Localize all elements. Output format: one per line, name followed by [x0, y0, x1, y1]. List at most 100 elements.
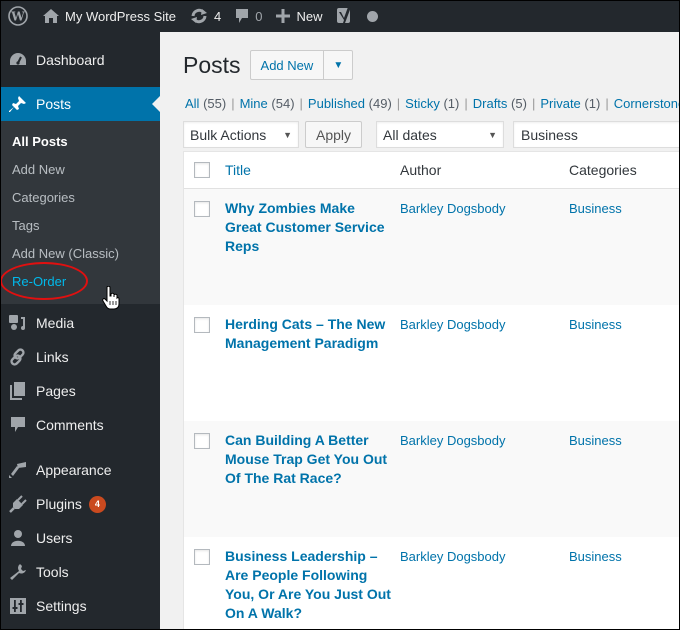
add-new-button[interactable]: Add New [249, 50, 325, 80]
view-drafts[interactable]: Drafts (5) [473, 96, 527, 111]
menu-comments[interactable]: Comments [0, 408, 160, 442]
admin-bar: W My WordPress Site 4 0 New [0, 0, 680, 32]
menu-appearance[interactable]: Appearance [0, 453, 160, 487]
table-row: Can Building A Better Mouse Trap Get You… [184, 421, 680, 537]
hand-pointer-cursor-icon [102, 285, 120, 313]
post-author-link[interactable]: Barkley Dogsbody [400, 315, 569, 334]
table-row: Herding Cats – The New Management Paradi… [184, 305, 680, 421]
post-category-link[interactable]: Business [569, 431, 622, 450]
pushpin-icon [8, 94, 28, 114]
yoast-seo-menu[interactable] [330, 0, 360, 32]
menu-tools[interactable]: Tools [0, 555, 160, 589]
menu-plugins[interactable]: Plugins 4 [0, 487, 160, 521]
post-category-link[interactable]: Business [569, 547, 622, 566]
view-mine[interactable]: Mine (54) [240, 96, 295, 111]
media-icon [8, 313, 28, 333]
add-new-button-group: Add New ▼ [249, 50, 354, 80]
caret-down-icon: ▼ [333, 59, 344, 71]
status-dot-icon [366, 10, 378, 22]
post-status-views: All (55) | Mine (54) | Published (49) | Sticky… [185, 96, 680, 111]
svg-text:W: W [10, 10, 25, 24]
page-header: Posts Add New ▼ [183, 50, 354, 80]
updates-icon [190, 8, 208, 24]
pages-icon [8, 381, 28, 401]
submenu-categories[interactable]: Categories [0, 184, 160, 212]
post-title-link[interactable]: Business Leadership – Are People Followi… [225, 547, 400, 623]
select-all-checkbox[interactable] [194, 162, 210, 178]
view-private[interactable]: Private (1) [540, 96, 600, 111]
admin-sidebar: Dashboard Posts All Posts Add New Catego… [0, 32, 160, 630]
menu-media[interactable]: Media [0, 306, 160, 340]
column-header-categories: Categories [569, 162, 637, 178]
menu-links[interactable]: Links [0, 340, 160, 374]
red-annotation-circle [0, 262, 88, 300]
menu-label: Pages [36, 383, 76, 399]
menu-label: Users [36, 530, 73, 546]
comment-bubble-icon [235, 8, 249, 24]
table-row: Why Zombies Make Great Customer Service … [184, 189, 680, 305]
view-all[interactable]: All (55) [185, 96, 226, 111]
posts-table: Title Author Categories Why Zombies Make… [183, 151, 680, 630]
submenu-all-posts[interactable]: All Posts [0, 128, 160, 156]
view-published[interactable]: Published (49) [308, 96, 392, 111]
page-title: Posts [183, 51, 241, 78]
yoast-icon [336, 6, 353, 27]
menu-label: Settings [36, 598, 87, 614]
table-header: Title Author Categories [184, 152, 680, 189]
apply-button[interactable]: Apply [305, 121, 363, 148]
submenu-add-new[interactable]: Add New [0, 156, 160, 184]
table-filters: Bulk Actions ▼ Apply All dates ▼ Business [183, 121, 680, 148]
menu-label: Links [36, 349, 69, 365]
user-icon [8, 528, 28, 548]
row-checkbox[interactable] [194, 317, 210, 333]
category-filter-field[interactable]: Business [513, 121, 680, 148]
menu-label: Posts [36, 96, 72, 112]
column-header-title[interactable]: Title [225, 162, 400, 178]
post-author-link[interactable]: Barkley Dogsbody [400, 199, 569, 218]
table-row: Business Leadership – Are People Followi… [184, 537, 680, 630]
dashboard-icon [8, 50, 28, 70]
menu-label: Appearance [36, 462, 112, 478]
row-checkbox[interactable] [194, 433, 210, 449]
updates-count: 4 [214, 8, 222, 24]
menu-settings[interactable]: Settings [0, 589, 160, 623]
row-checkbox[interactable] [194, 201, 210, 217]
plus-icon [276, 9, 291, 23]
menu-pages[interactable]: Pages [0, 374, 160, 408]
view-sticky[interactable]: Sticky (1) [405, 96, 459, 111]
comments-count: 0 [255, 8, 263, 24]
post-title-link[interactable]: Why Zombies Make Great Customer Service … [225, 199, 400, 256]
post-category-link[interactable]: Business [569, 199, 622, 218]
updates-link[interactable]: 4 [183, 0, 228, 32]
wordpress-logo-button[interactable]: W [0, 0, 36, 32]
submenu-tags[interactable]: Tags [0, 212, 160, 240]
wrench-icon [8, 562, 28, 582]
row-checkbox[interactable] [194, 549, 210, 565]
post-title-link[interactable]: Can Building A Better Mouse Trap Get You… [225, 431, 400, 488]
menu-label: Comments [36, 417, 104, 433]
menu-posts[interactable]: Posts [0, 87, 160, 121]
comments-link[interactable]: 0 [228, 0, 269, 32]
post-author-link[interactable]: Barkley Dogsbody [400, 431, 569, 450]
bulk-actions-select[interactable]: Bulk Actions ▼ [183, 121, 299, 148]
plugins-update-badge: 4 [88, 495, 106, 513]
menu-label: Media [36, 315, 75, 331]
menu-label: Dashboard [36, 52, 105, 68]
menu-dashboard[interactable]: Dashboard [0, 43, 160, 77]
add-new-dropdown-button[interactable]: ▼ [324, 50, 354, 80]
post-category-link[interactable]: Business [569, 315, 622, 334]
new-content-link[interactable]: New [269, 0, 329, 32]
seo-score-indicator[interactable] [360, 0, 385, 32]
view-cornerstone[interactable]: Cornerstone [614, 96, 680, 111]
menu-label: Plugins [36, 496, 82, 512]
plugin-icon [8, 494, 28, 514]
post-author-link[interactable]: Barkley Dogsbody [400, 547, 569, 566]
menu-users[interactable]: Users [0, 521, 160, 555]
caret-down-icon: ▼ [283, 129, 292, 140]
menu-label: Tools [36, 564, 69, 580]
comment-icon [8, 415, 28, 435]
new-label: New [296, 8, 323, 24]
dates-filter-select[interactable]: All dates ▼ [376, 121, 505, 148]
post-title-link[interactable]: Herding Cats – The New Management Paradi… [225, 315, 400, 353]
site-name-link[interactable]: My WordPress Site [36, 0, 183, 32]
